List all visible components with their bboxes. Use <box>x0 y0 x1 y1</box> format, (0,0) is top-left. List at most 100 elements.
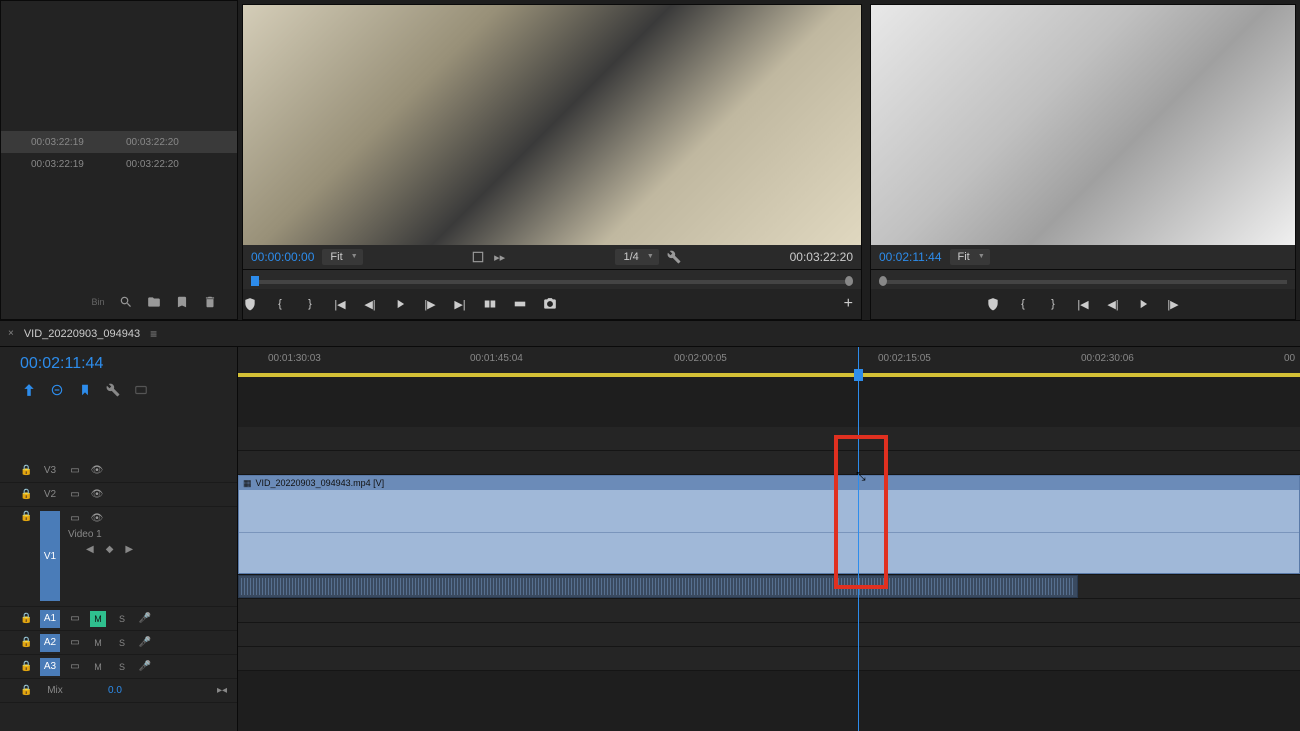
step-forward-icon[interactable]: |▶ <box>1166 297 1180 311</box>
step-back-icon[interactable]: ◀| <box>1106 297 1120 311</box>
overwrite-icon[interactable] <box>513 297 527 311</box>
linked-selection-icon[interactable] <box>48 381 66 399</box>
track-mix[interactable] <box>238 647 1300 671</box>
voiceover-icon[interactable]: 🎤 <box>138 660 152 674</box>
marker-icon[interactable] <box>76 381 94 399</box>
solo-button[interactable]: S <box>114 611 130 627</box>
next-keyframe-icon[interactable]: ▶ <box>125 544 133 555</box>
track-tag[interactable]: V3 <box>40 462 60 480</box>
lock-icon[interactable]: 🔒 <box>20 637 32 648</box>
track-header-a3[interactable]: 🔒 A3 ▭ M S 🎤 <box>0 655 237 679</box>
eye-icon[interactable]: 👁 <box>90 464 104 478</box>
export-frame-icon[interactable] <box>543 297 557 311</box>
toggle-output-icon[interactable]: ▭ <box>68 660 82 674</box>
mark-out-icon[interactable]: } <box>1046 297 1060 311</box>
button-editor-icon[interactable]: + <box>844 295 853 313</box>
add-keyframe-icon[interactable]: ◆ <box>106 544 114 555</box>
program-ruler[interactable] <box>871 269 1295 289</box>
eye-icon[interactable]: 👁 <box>90 511 104 525</box>
lock-icon[interactable]: 🔒 <box>20 511 32 522</box>
search-icon[interactable] <box>119 295 133 309</box>
playhead-timecode[interactable]: 00:02:11:44 <box>0 347 237 377</box>
solo-button[interactable]: S <box>114 659 130 675</box>
lock-icon[interactable]: 🔒 <box>20 613 32 624</box>
toggle-output-icon[interactable]: ▭ <box>68 511 82 525</box>
settings-icon[interactable] <box>471 250 485 264</box>
eye-icon[interactable]: 👁 <box>90 488 104 502</box>
wrench-icon[interactable] <box>104 381 122 399</box>
prev-keyframe-icon[interactable]: ◀ <box>86 544 94 555</box>
label-icon[interactable] <box>175 295 189 309</box>
track-header-v1[interactable]: 🔒 V1 ▭ 👁 Video 1 ◀ ◆ ▶ <box>0 507 237 607</box>
sequence-tab-name[interactable]: VID_20220903_094943 <box>24 328 140 340</box>
program-tc-in[interactable]: 00:02:11:44 <box>879 250 942 264</box>
toggle-output-icon[interactable]: ▭ <box>68 488 82 502</box>
time-ruler[interactable]: 00:01:30:0300:01:45:0400:02:00:0500:02:1… <box>238 347 1300 377</box>
wrench-icon[interactable] <box>667 250 681 264</box>
track-header-a2[interactable]: 🔒 A2 ▭ M S 🎤 <box>0 631 237 655</box>
timeline-tracks[interactable]: 00:01:30:0300:01:45:0400:02:00:0500:02:1… <box>238 347 1300 731</box>
go-in-icon[interactable]: |◀ <box>1076 297 1090 311</box>
track-header-v2[interactable]: 🔒 V2 ▭ 👁 <box>0 483 237 507</box>
add-marker-icon[interactable] <box>986 297 1000 311</box>
playhead[interactable] <box>858 347 859 731</box>
track-a1[interactable] <box>238 575 1300 599</box>
mark-in-icon[interactable]: { <box>1016 297 1030 311</box>
step-forward-icon[interactable]: |▶ <box>423 297 437 311</box>
track-a2[interactable] <box>238 599 1300 623</box>
lock-icon[interactable]: 🔒 <box>20 465 32 476</box>
go-out-icon[interactable]: ▶| <box>453 297 467 311</box>
fit-dropdown[interactable]: Fit <box>322 249 362 265</box>
solo-button[interactable]: S <box>114 635 130 651</box>
toggle-output-icon[interactable]: ▭ <box>68 612 82 626</box>
mix-value[interactable]: 0.0 <box>108 685 122 696</box>
track-v3[interactable] <box>238 427 1300 451</box>
track-header-mix[interactable]: 🔒 Mix 0.0 ▸◂ <box>0 679 237 703</box>
mute-button[interactable]: M <box>90 635 106 651</box>
mark-out-icon[interactable]: } <box>303 297 317 311</box>
play-icon[interactable] <box>1136 297 1150 311</box>
project-row[interactable]: 00:03:22:19 00:03:22:20 <box>1 153 237 175</box>
add-marker-icon[interactable] <box>243 297 257 311</box>
track-tag[interactable]: A3 <box>40 658 60 676</box>
new-bin-icon[interactable] <box>147 295 161 309</box>
mark-in-icon[interactable]: { <box>273 297 287 311</box>
source-ruler[interactable] <box>243 269 861 289</box>
playhead-handle[interactable] <box>854 369 863 381</box>
overlay-icon[interactable]: ▸▸ <box>493 250 507 264</box>
lock-icon[interactable]: 🔒 <box>20 685 32 696</box>
trash-icon[interactable] <box>203 295 217 309</box>
track-header-v3[interactable]: 🔒 V3 ▭ 👁 <box>0 459 237 483</box>
step-back-icon[interactable]: ◀| <box>363 297 377 311</box>
resolution-dropdown[interactable]: 1/4 <box>615 249 658 265</box>
snap-icon[interactable] <box>20 381 38 399</box>
mute-button[interactable]: M <box>90 611 106 627</box>
voiceover-icon[interactable]: 🎤 <box>138 612 152 626</box>
track-tag[interactable]: A1 <box>40 610 60 628</box>
fit-dropdown[interactable]: Fit <box>950 249 990 265</box>
ruler-handle[interactable] <box>879 276 887 286</box>
play-icon[interactable] <box>393 297 407 311</box>
track-tag[interactable]: A2 <box>40 634 60 652</box>
track-tag[interactable]: V2 <box>40 486 60 504</box>
lock-icon[interactable]: 🔒 <box>20 489 32 500</box>
out-marker[interactable] <box>845 276 853 286</box>
audio-clip[interactable] <box>238 575 1078 598</box>
mute-button[interactable]: M <box>90 659 106 675</box>
toggle-output-icon[interactable]: ▭ <box>68 464 82 478</box>
insert-icon[interactable] <box>483 297 497 311</box>
track-v2[interactable] <box>238 451 1300 475</box>
video-clip[interactable]: ▦ VID_20220903_094943.mp4 [V] <box>238 475 1300 574</box>
caption-icon[interactable] <box>132 381 150 399</box>
track-tag[interactable]: V1 <box>40 511 60 601</box>
source-tc-out[interactable]: 00:03:22:20 <box>790 250 853 264</box>
lock-icon[interactable]: 🔒 <box>20 661 32 672</box>
program-preview[interactable] <box>871 5 1295 245</box>
voiceover-icon[interactable]: 🎤 <box>138 636 152 650</box>
track-header-a1[interactable]: 🔒 A1 ▭ M S 🎤 <box>0 607 237 631</box>
close-tab-icon[interactable]: × <box>8 328 14 339</box>
panel-menu-icon[interactable]: ≡ <box>150 327 157 341</box>
track-v1[interactable]: ▦ VID_20220903_094943.mp4 [V] <box>238 475 1300 575</box>
go-in-icon[interactable]: |◀ <box>333 297 347 311</box>
in-marker[interactable] <box>251 276 259 286</box>
